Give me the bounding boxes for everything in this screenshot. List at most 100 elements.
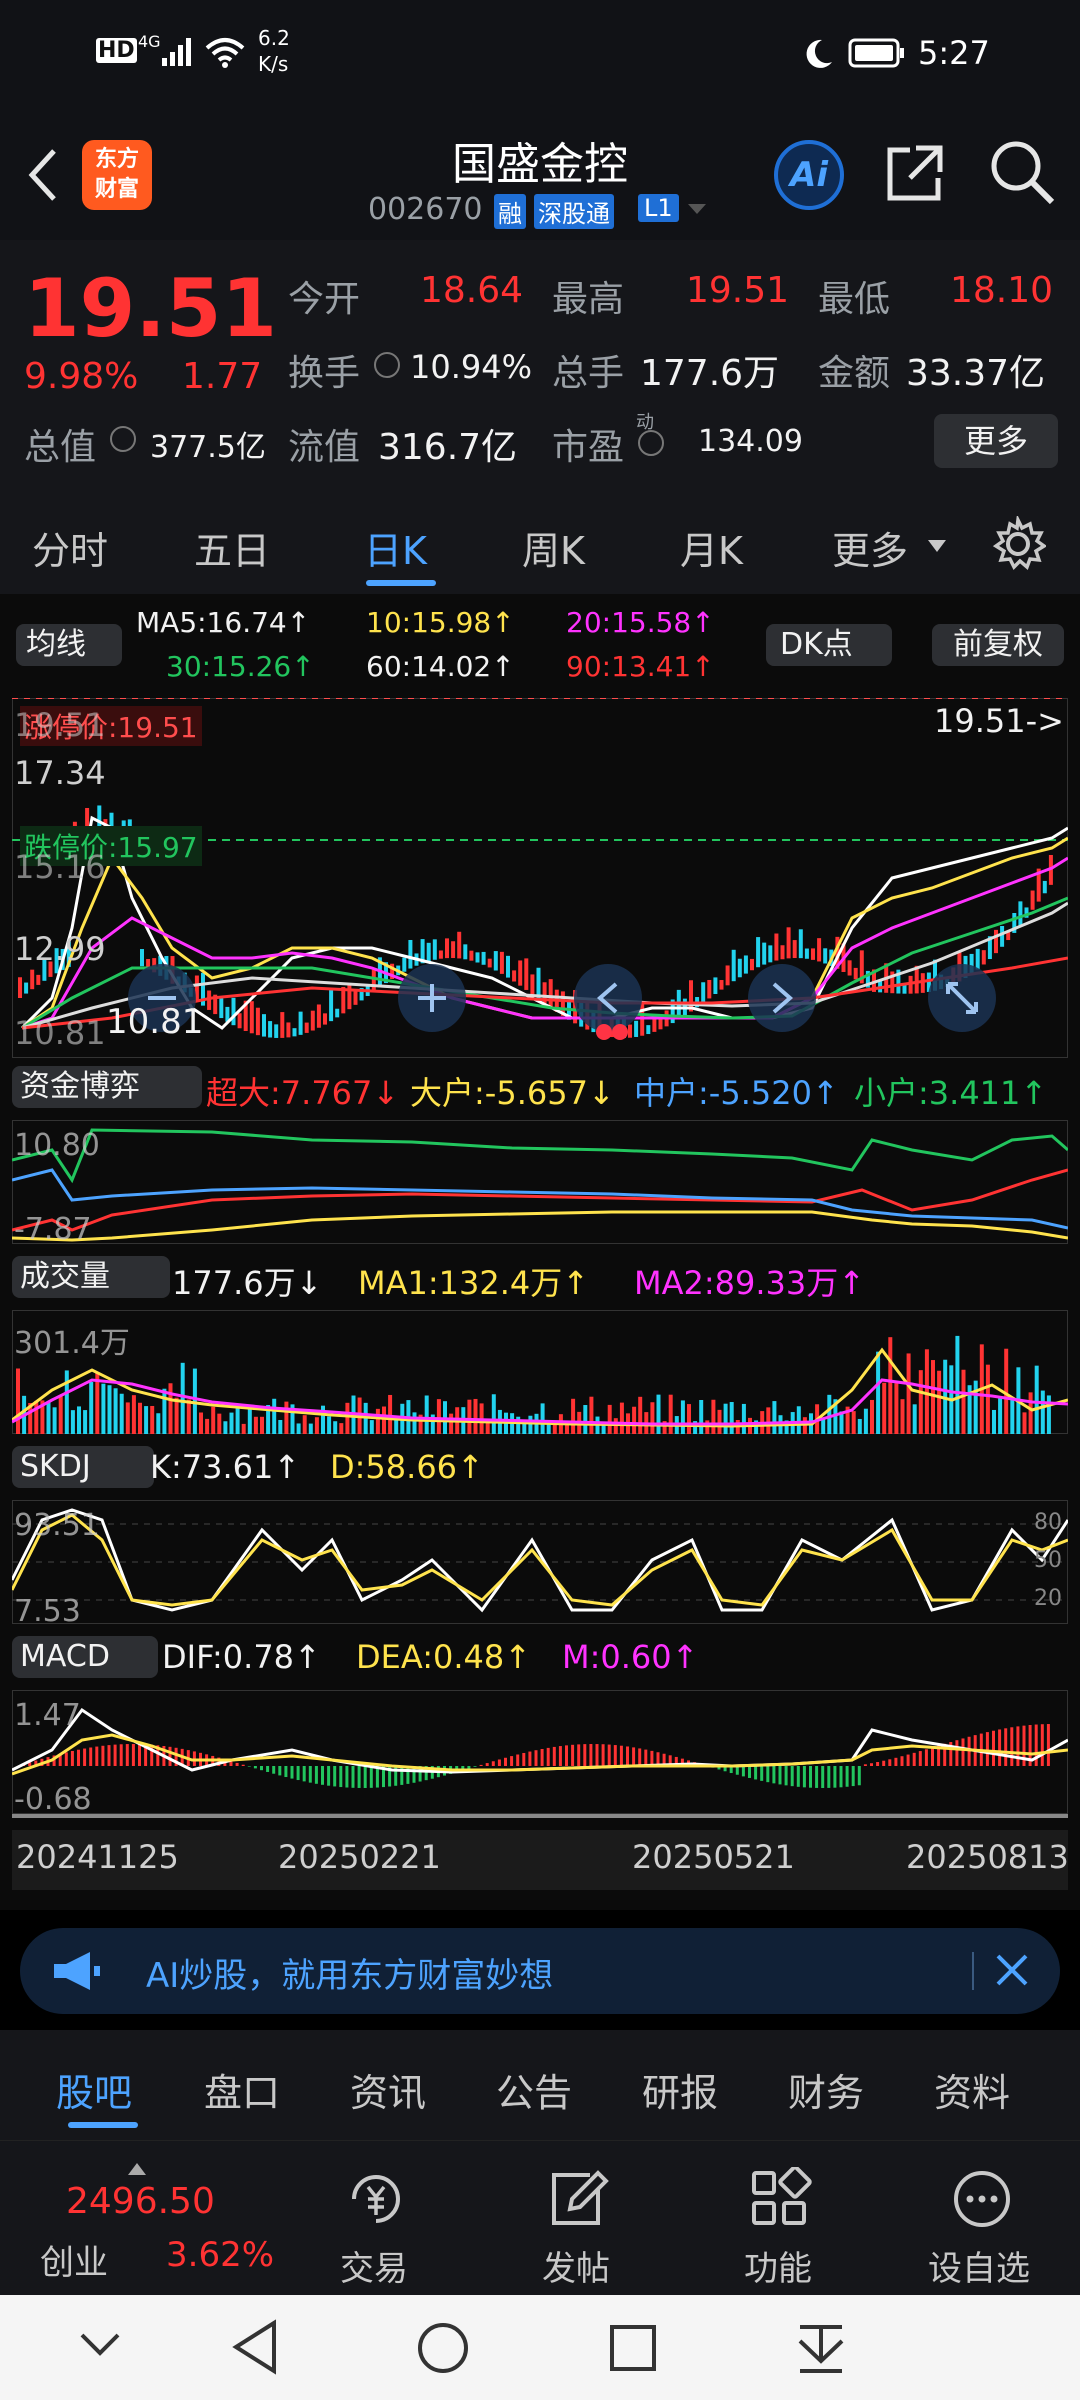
dk-button[interactable]: DK点	[766, 624, 892, 666]
macd-bar	[101, 1745, 105, 1766]
status-bar: HD 4G 6.2 K/s 5:27	[0, 0, 1080, 110]
tab-monthly[interactable]: 月K	[680, 520, 743, 575]
chevron-down-icon[interactable]	[686, 200, 708, 220]
macd-bar	[565, 1745, 568, 1766]
stock-code: 002670	[368, 192, 483, 227]
volume-bar	[711, 1399, 716, 1434]
macd-bar	[278, 1766, 282, 1776]
volume-bar	[77, 1406, 81, 1434]
mktcap-label: 总值	[24, 427, 97, 468]
macd-bar	[83, 1748, 87, 1766]
volume-bar	[1034, 1365, 1039, 1434]
tab-news[interactable]: 资讯	[350, 2062, 426, 2117]
candle	[518, 960, 523, 986]
adjust-button[interactable]: 前复权	[932, 624, 1064, 666]
volume-bar	[131, 1395, 136, 1434]
tab-weekly[interactable]: 周K	[522, 520, 585, 575]
candle	[981, 950, 986, 965]
volume-bar	[284, 1401, 289, 1434]
info-icon[interactable]	[110, 426, 136, 452]
tab-pankou[interactable]: 盘口	[204, 2062, 280, 2117]
macd-bar	[772, 1766, 776, 1784]
volume-bar	[375, 1408, 380, 1434]
macd-bar	[857, 1766, 861, 1786]
candle	[512, 970, 517, 982]
macd-bar	[522, 1752, 526, 1766]
macd-bar	[595, 1744, 599, 1766]
volume-bar	[308, 1423, 313, 1434]
macd-y-top: 1.47	[14, 1698, 81, 1733]
caret-up-icon	[128, 2163, 146, 2175]
volume-bar	[796, 1406, 801, 1434]
indicator-select[interactable]: 均线	[16, 624, 122, 666]
recent-square-icon[interactable]	[608, 2323, 658, 2373]
func-label[interactable]: 功能	[744, 2241, 812, 2290]
volume-select[interactable]: 成交量	[12, 1256, 170, 1298]
more-dots-icon[interactable]	[950, 2167, 1014, 2231]
badge-l1: L1	[638, 194, 679, 222]
skdj-select[interactable]: SKDJ	[12, 1446, 154, 1488]
caret-down-icon	[928, 540, 946, 552]
volume-bar	[260, 1416, 264, 1434]
candle	[371, 969, 376, 992]
ad-banner[interactable]: AI炒股，就用东方财富妙想	[20, 1928, 1060, 2014]
volume-bar	[992, 1409, 996, 1434]
macd-bar	[815, 1766, 819, 1788]
volume-bar	[83, 1410, 88, 1434]
y-axis-top: 19.51	[14, 706, 106, 744]
tab-more[interactable]: 更多	[832, 520, 908, 575]
macd-bar	[241, 1764, 245, 1766]
macd-bar	[931, 1747, 934, 1766]
chevron-down-icon[interactable]	[78, 2329, 122, 2359]
capital-mid: 中户:-5.520↑	[634, 1074, 839, 1112]
info-icon[interactable]	[638, 430, 664, 456]
index-name[interactable]: 创业	[40, 2235, 108, 2284]
post-label[interactable]: 发帖	[542, 2241, 610, 2290]
tab-daily[interactable]: 日K	[364, 520, 427, 575]
close-icon[interactable]	[992, 1950, 1032, 1990]
edit-icon[interactable]	[546, 2167, 610, 2231]
candle	[408, 939, 413, 969]
ai-button[interactable]: Ai	[774, 140, 844, 210]
volume-bar	[973, 1380, 978, 1434]
gear-icon[interactable]	[990, 516, 1046, 572]
search-icon[interactable]	[988, 138, 1056, 206]
back-triangle-icon[interactable]	[230, 2319, 280, 2375]
macd-bar	[876, 1762, 880, 1766]
notification-pull-icon[interactable]	[796, 2321, 846, 2375]
share-icon[interactable]	[882, 140, 948, 206]
trade-icon[interactable]	[344, 2167, 408, 2231]
macd-bar	[1046, 1724, 1050, 1766]
tab-research[interactable]: 研报	[642, 2062, 718, 2117]
apps-icon[interactable]	[748, 2167, 812, 2231]
macd-bar	[827, 1766, 831, 1788]
index-change[interactable]: 3.62%	[166, 2235, 274, 2275]
capital-select[interactable]: 资金博弈	[12, 1066, 202, 1108]
tab-intraday[interactable]: 分时	[32, 520, 108, 575]
macd-select[interactable]: MACD	[12, 1636, 158, 1678]
app-logo[interactable]: 东方 财富	[82, 140, 152, 210]
clock: 5:27	[918, 34, 990, 72]
volume-bar	[619, 1402, 624, 1434]
info-icon[interactable]	[374, 352, 400, 378]
back-icon[interactable]	[22, 145, 62, 205]
macd-bar	[247, 1766, 251, 1767]
tab-guba[interactable]: 股吧	[56, 2062, 132, 2117]
signal-type: 4G	[138, 32, 161, 51]
tab-5day[interactable]: 五日	[194, 520, 270, 575]
watch-label[interactable]: 设自选	[928, 2241, 1030, 2290]
active-section-indicator	[68, 2122, 138, 2128]
trade-label[interactable]: 交易	[340, 2241, 408, 2290]
tab-profile[interactable]: 资料	[934, 2062, 1010, 2117]
more-button[interactable]: 更多	[934, 414, 1058, 468]
volume-bar	[961, 1369, 966, 1434]
home-circle-icon[interactable]	[416, 2321, 470, 2375]
macd-bar	[369, 1766, 373, 1788]
tab-finance[interactable]: 财务	[788, 2062, 864, 2117]
index-value[interactable]: 2496.50	[66, 2181, 215, 2222]
tab-announcements[interactable]: 公告	[496, 2062, 572, 2117]
candle	[743, 955, 748, 974]
volume-bar	[540, 1403, 545, 1434]
macd-bar	[802, 1766, 806, 1788]
capital-chart	[12, 1120, 1068, 1244]
